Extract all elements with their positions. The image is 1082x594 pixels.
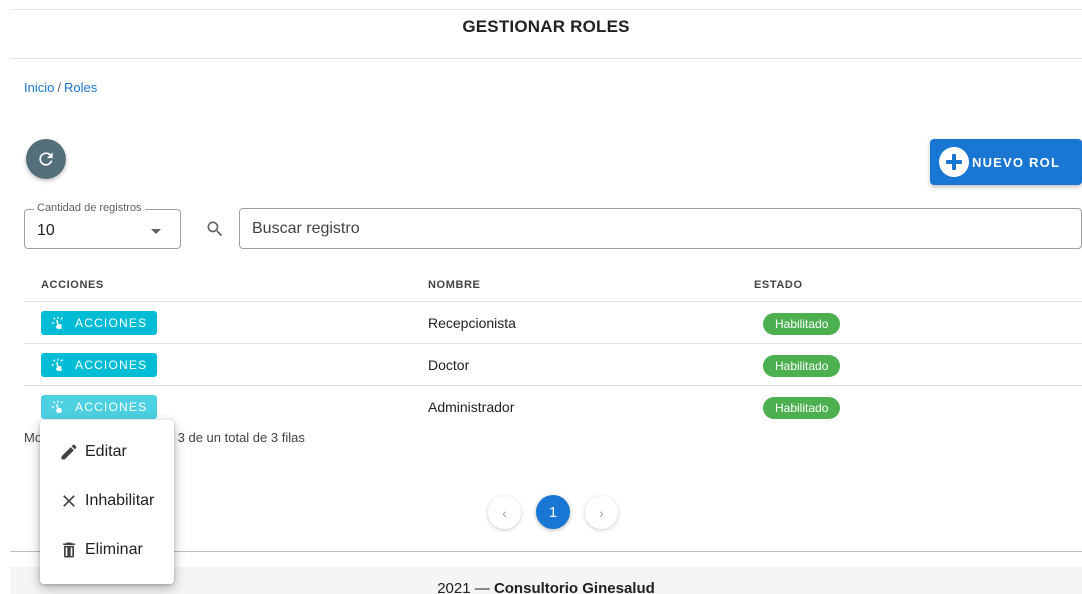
footer-dash: —	[474, 580, 490, 594]
pointer-click-icon	[51, 400, 65, 414]
status-badge: Habilitado	[763, 355, 841, 377]
search-input[interactable]	[239, 208, 1082, 249]
footer-year: 2021	[437, 580, 471, 594]
actions-button[interactable]: ACCIONES	[41, 311, 157, 335]
actions-button-label: ACCIONES	[75, 400, 148, 414]
breadcrumb: Inicio / Roles	[24, 80, 97, 95]
refresh-button[interactable]	[26, 139, 66, 179]
next-page-button[interactable]: ›	[585, 496, 618, 529]
actions-button[interactable]: ACCIONES	[41, 395, 157, 419]
actions-button-label: ACCIONES	[75, 316, 148, 330]
status-badge: Habilitado	[763, 313, 841, 335]
menu-item-disable-label: Inhabilitar	[85, 492, 155, 509]
page-header: GESTIONAR ROLES	[10, 10, 1082, 59]
previous-page-button[interactable]: ‹	[488, 496, 521, 529]
table-header: ACCIONES NOMBRE ESTADO	[24, 269, 1082, 302]
records-per-page-label: Cantidad de registros	[34, 202, 145, 214]
column-header-status[interactable]: ESTADO	[754, 279, 803, 291]
table-row: ACCIONES Administrador Habilitado	[24, 386, 1082, 428]
pointer-click-icon	[51, 316, 65, 330]
role-name: Doctor	[428, 357, 470, 373]
status-badge: Habilitado	[763, 397, 841, 419]
new-role-label: NUEVO ROL	[972, 154, 1061, 170]
actions-context-menu: Editar Inhabilitar Eliminar	[40, 420, 174, 584]
actions-button[interactable]: ACCIONES	[41, 353, 157, 377]
caret-down-icon	[151, 229, 161, 234]
trash-icon	[59, 540, 79, 560]
table-row: ACCIONES Doctor Habilitado	[24, 344, 1082, 386]
footer-brand: Consultorio Ginesalud	[493, 580, 655, 594]
chevron-left-icon: ‹	[502, 504, 507, 521]
plus-circle-icon	[939, 147, 969, 177]
role-name: Administrador	[428, 399, 515, 415]
records-per-page-value: 10	[37, 222, 55, 239]
menu-item-disable[interactable]: Inhabilitar	[40, 477, 174, 525]
column-header-actions[interactable]: ACCIONES	[41, 279, 104, 291]
table-info-suffix: 1 al 3 de un total de 3 filas	[153, 430, 305, 445]
records-per-page-select[interactable]: Cantidad de registros 10	[24, 202, 181, 249]
page-1-button[interactable]: 1	[536, 495, 570, 529]
page-title: GESTIONAR ROLES	[462, 17, 630, 36]
menu-item-delete-label: Eliminar	[85, 541, 143, 558]
menu-item-delete[interactable]: Eliminar	[40, 526, 174, 574]
column-header-name[interactable]: NOMBRE	[428, 279, 481, 291]
breadcrumb-separator: /	[57, 80, 61, 95]
new-role-button[interactable]: NUEVO ROL	[930, 139, 1082, 185]
actions-button-label: ACCIONES	[75, 358, 148, 372]
table-row: ACCIONES Recepcionista Habilitado	[24, 302, 1082, 344]
roles-table: ACCIONES NOMBRE ESTADO ACCIONES Recepcio…	[24, 269, 1082, 428]
breadcrumb-home-link[interactable]: Inicio	[24, 80, 54, 95]
menu-item-edit[interactable]: Editar	[40, 428, 174, 476]
menu-item-edit-label: Editar	[85, 443, 127, 460]
search-icon	[207, 221, 223, 237]
pointer-click-icon	[51, 358, 65, 372]
chevron-right-icon: ›	[599, 504, 604, 521]
refresh-icon	[39, 152, 53, 166]
pencil-icon	[59, 442, 79, 462]
close-icon	[59, 491, 79, 511]
breadcrumb-current[interactable]: Roles	[64, 80, 97, 95]
role-name: Recepcionista	[428, 315, 516, 331]
